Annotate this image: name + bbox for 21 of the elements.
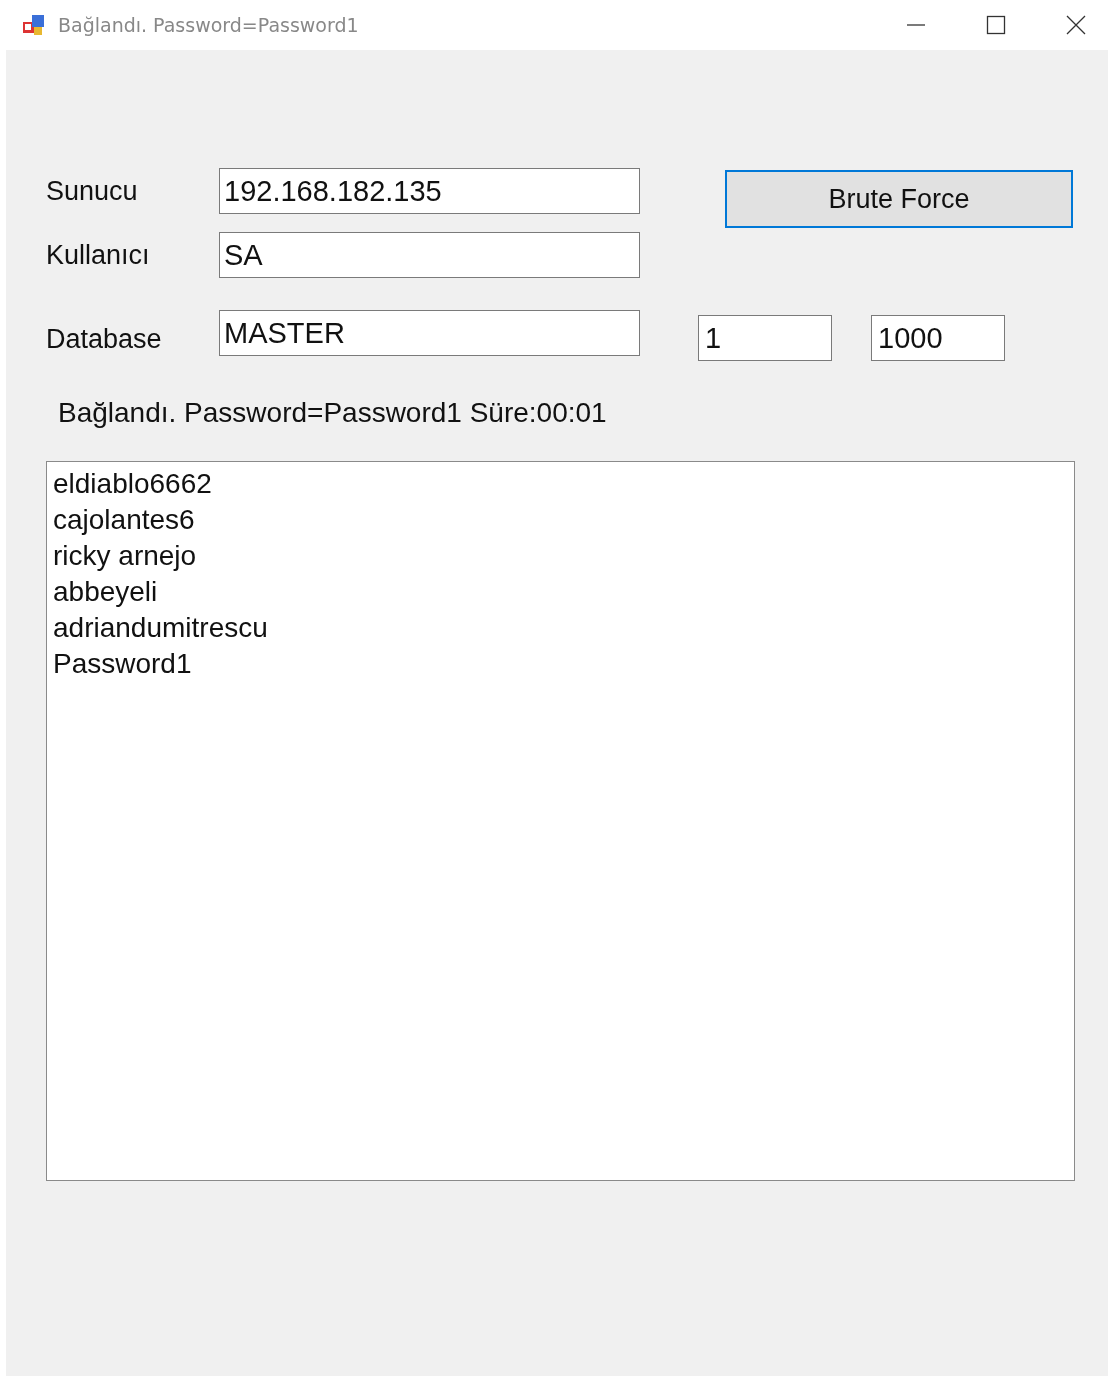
list-item[interactable]: abbeyeli [53,574,1068,610]
app-icon [22,13,46,37]
range-start-field[interactable]: 1 [698,315,832,361]
field-label: Sunucu [46,175,139,207]
list-item[interactable]: cajolantes6 [53,502,1068,538]
close-icon[interactable] [1066,15,1086,35]
field-label: Kullanıcı [46,239,151,271]
field-label: Database [46,323,163,355]
status-text: Bağlandı. Password=Password1 Süre:00:01 [58,397,608,429]
maximize-icon[interactable] [986,15,1006,35]
list-item[interactable]: Password1 [53,646,1068,682]
list-item[interactable]: adriandumitrescu [53,610,1068,646]
range-end-field[interactable]: 1000 [871,315,1005,361]
brute-force-button[interactable]: Brute Force [725,170,1073,228]
list-item[interactable]: eldiablo6662 [53,466,1068,502]
text-field[interactable]: SA [219,232,640,278]
window-title: Bağlandı. Password=Password1 [58,14,359,36]
text-field[interactable]: MASTER [219,310,640,356]
password-list[interactable]: eldiablo6662 cajolantes6 ricky arnejo abbeyeli adriandumitrescu Password1 [46,461,1075,1181]
list-item[interactable]: ricky arnejo [53,538,1068,574]
text-field[interactable]: 192.168.182.135 [219,168,640,214]
